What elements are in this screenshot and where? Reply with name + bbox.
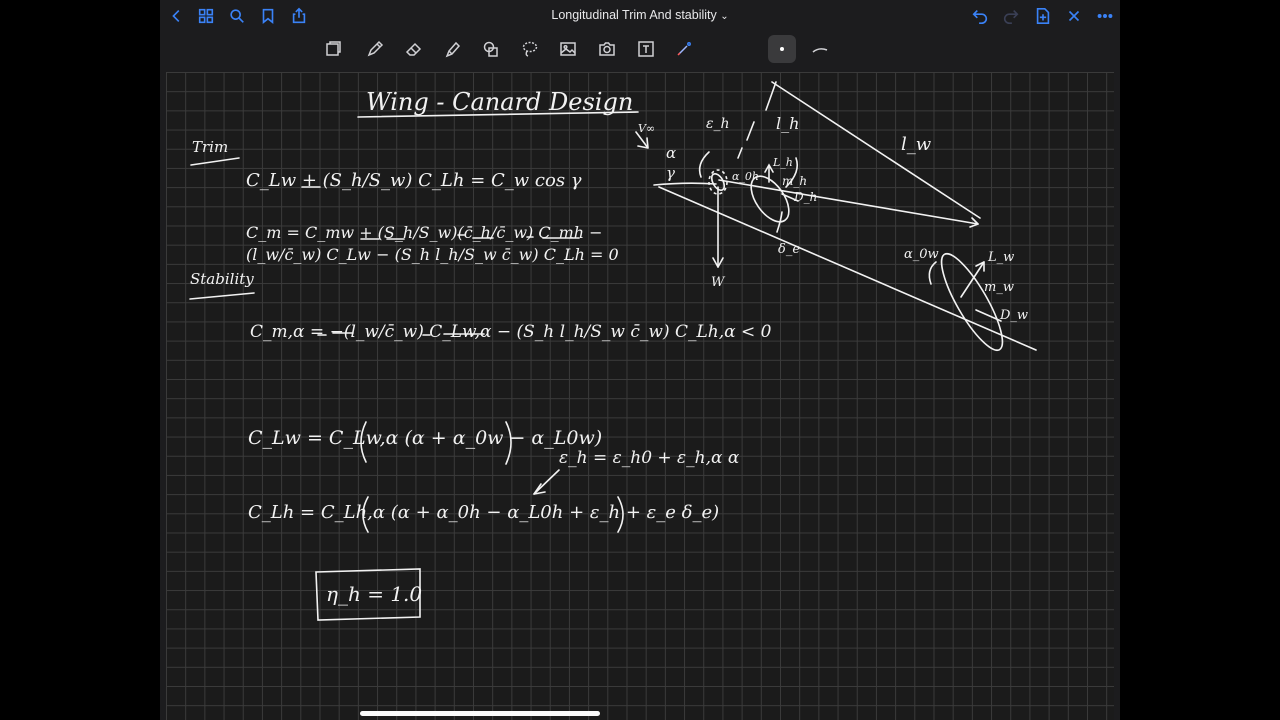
trim-equation-2: C_m = C_mw + (S_h/S_w)(c̄_h/c̄_w) C_mh −… bbox=[246, 223, 619, 264]
diagram-label-alpha-0h: α_0h bbox=[732, 170, 760, 183]
diagram-label-lw: l_w bbox=[901, 134, 932, 155]
chevron-down-icon[interactable]: ⌄ bbox=[720, 11, 728, 22]
top-navigation-bar: Longitudinal Trim And stability ⌄ bbox=[160, 0, 1120, 32]
home-indicator[interactable] bbox=[360, 711, 600, 716]
text-icon[interactable] bbox=[635, 38, 657, 60]
diagram-label-gamma: γ bbox=[666, 164, 675, 182]
image-icon[interactable] bbox=[557, 38, 579, 60]
canard-lift-equation: C_Lh = C_Lh,α (α + α_0h − α_L0h + ε_h + … bbox=[248, 502, 720, 523]
diagram-label-alpha: α bbox=[666, 144, 677, 162]
lasso-icon[interactable] bbox=[519, 38, 541, 60]
diagram-label-mh: m_h bbox=[782, 174, 808, 188]
shapes-icon[interactable] bbox=[480, 38, 502, 60]
diagram-label-weight: W bbox=[711, 275, 725, 290]
highlighter-icon[interactable] bbox=[442, 38, 464, 60]
trim-label: Trim bbox=[192, 138, 229, 156]
diagram-label-lh: l_h bbox=[776, 114, 800, 133]
stability-label: Stability bbox=[190, 270, 254, 288]
diagram-label-epsilon-h: ε_h bbox=[706, 116, 730, 132]
eraser-icon[interactable] bbox=[403, 38, 425, 60]
stability-equation: C_m,α = −(l_w/c̄_w) C_Lw,α − (S_h l_h/S_… bbox=[250, 322, 772, 342]
notebook-page[interactable]: Wing - Canard Design Trim C_Lw + (S_h/S_… bbox=[166, 72, 1114, 720]
stroke-width-option[interactable] bbox=[808, 38, 834, 60]
diagram-label-Lw: L_w bbox=[988, 250, 1015, 265]
drawing-toolbar bbox=[160, 32, 1120, 66]
diagram-label-freestream: V∞ bbox=[638, 122, 656, 135]
wing-lift-equation: C_Lw = C_Lw,α (α + α_0w − α_L0w) bbox=[248, 427, 603, 449]
diagram-label-delta-e: δ_e bbox=[778, 242, 801, 257]
downwash-equation: ε_h = ε_h0 + ε_h,α α bbox=[559, 448, 740, 468]
diagram-label-Lh: L_h bbox=[773, 156, 793, 169]
reader-icon[interactable] bbox=[322, 38, 344, 60]
notes-heading: Wing - Canard Design bbox=[366, 88, 634, 116]
add-page-icon[interactable] bbox=[1032, 5, 1054, 27]
camera-icon[interactable] bbox=[596, 38, 618, 60]
more-icon[interactable] bbox=[1094, 5, 1116, 27]
close-icon[interactable] bbox=[1063, 5, 1085, 27]
trim-equation-1: C_Lw + (S_h/S_w) C_Lh = C_w cos γ bbox=[246, 170, 582, 191]
diagram-label-mw: m_w bbox=[984, 280, 1014, 295]
selected-pen-color-swatch[interactable] bbox=[768, 35, 796, 63]
pen-icon[interactable] bbox=[364, 38, 386, 60]
diagram-label-Dh: D_h bbox=[794, 190, 818, 204]
redo-icon[interactable] bbox=[1000, 5, 1022, 27]
notes-app-window: Longitudinal Trim And stability ⌄ Wing -… bbox=[160, 0, 1120, 720]
diagram-label-Dw: D_w bbox=[1000, 308, 1029, 323]
document-title[interactable]: Longitudinal Trim And stability bbox=[551, 8, 716, 22]
diagram-label-alpha-0w: α_0w bbox=[904, 247, 939, 262]
pen-color-dot bbox=[780, 47, 784, 51]
undo-icon[interactable] bbox=[969, 5, 991, 27]
efficiency-equation: η_h = 1.0 bbox=[326, 582, 423, 606]
laser-pointer-icon[interactable] bbox=[673, 38, 695, 60]
